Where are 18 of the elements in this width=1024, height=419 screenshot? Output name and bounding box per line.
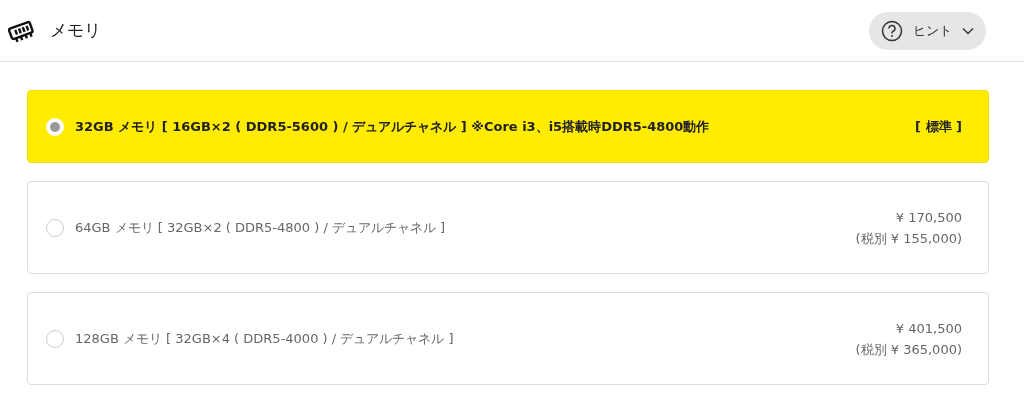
- memory-option[interactable]: 32GB メモリ [ 16GB×2 ( DDR5-5600 ) / デュアルチャネル ] ※Core i3、i5搭載時DDR5-4800動作 [ 標準 ]: [27, 90, 989, 163]
- memory-option[interactable]: 64GB メモリ [ 32GB×2 ( DDR5-4800 ) / デュアルチャネル ] ¥ 170,500 (税別 ¥ 155,000): [27, 181, 989, 274]
- memory-chip-icon: [6, 18, 36, 43]
- chevron-icon: [962, 26, 974, 35]
- radio-button[interactable]: [46, 218, 64, 237]
- price: ¥ 170,500: [895, 208, 962, 227]
- price-excluding-tax: (税別 ¥ 155,000): [855, 229, 962, 248]
- option-label: 128GB メモリ [ 32GB×4 ( DDR5-4000 ) / デュアルチャネル ]: [75, 329, 455, 348]
- standard-tag: [ 標準 ]: [915, 117, 962, 136]
- hint-button[interactable]: ヒント: [869, 11, 986, 50]
- option-label: 32GB メモリ [ 16GB×2 ( DDR5-5600 ) / デュアルチャネル ] ※Core i3、i5搭載時DDR5-4800動作: [75, 117, 711, 136]
- memory-option[interactable]: 128GB メモリ [ 32GB×4 ( DDR5-4000 ) / デュアルチャネル ] ¥ 401,500 (税別 ¥ 365,000): [27, 292, 989, 385]
- price: ¥ 401,500: [895, 319, 962, 338]
- section-title: メモリ: [50, 19, 101, 42]
- price-excluding-tax: (税別 ¥ 365,000): [855, 340, 962, 359]
- radio-button[interactable]: [46, 329, 64, 348]
- option-label: 64GB メモリ [ 32GB×2 ( DDR5-4800 ) / デュアルチャネル ]: [75, 218, 447, 237]
- help-icon: [881, 19, 903, 42]
